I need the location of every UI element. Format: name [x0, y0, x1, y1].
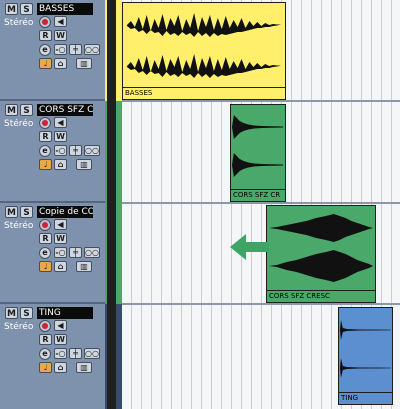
track-color-strip-2	[105, 101, 122, 203]
read-automation-button[interactable]: R	[39, 334, 52, 345]
edit-channel-button[interactable]: e	[39, 348, 51, 360]
lock-icon[interactable]: ⌂	[54, 261, 67, 272]
mute-button[interactable]: M	[5, 104, 18, 116]
lane-icon[interactable]: ▥	[76, 261, 92, 272]
track-color-strip-3	[105, 203, 122, 304]
insert-icon[interactable]: -○	[54, 348, 67, 359]
lane-separator	[122, 303, 400, 305]
musical-time-icon[interactable]: ♩	[39, 261, 52, 272]
lock-icon[interactable]: ⌂	[54, 159, 67, 170]
lane-icon[interactable]: ▥	[76, 362, 92, 373]
track-name-field[interactable]: TING	[37, 307, 93, 319]
record-icon[interactable]	[39, 117, 51, 129]
event-label: TING	[339, 392, 392, 404]
channel-config-label: Stéréo	[4, 221, 34, 231]
track-header-2[interactable]: M S CORS SFZ CRI Stéréo ◀ R W e -○ ╪ ○○ …	[0, 101, 105, 203]
waveform	[339, 320, 392, 378]
solo-button[interactable]: S	[20, 206, 33, 218]
audio-event-basses[interactable]: BASSES	[122, 2, 286, 100]
write-automation-button[interactable]: W	[54, 334, 67, 345]
lock-icon[interactable]: ⌂	[54, 362, 67, 373]
event-label: BASSES	[123, 87, 285, 99]
musical-time-icon[interactable]: ♩	[39, 58, 52, 69]
insert-icon[interactable]: -○	[54, 145, 67, 156]
musical-time-icon[interactable]: ♩	[39, 362, 52, 373]
channel-config-label: Stéréo	[4, 322, 34, 332]
audio-event-cors-sfz-cresc[interactable]: CORS SFZ CRESC	[266, 205, 376, 303]
waveform	[268, 214, 374, 282]
speaker-icon[interactable]: ◀	[54, 219, 67, 230]
lane-separator	[122, 202, 400, 204]
track-name-field[interactable]: Copie de CORS	[37, 206, 93, 218]
mute-button[interactable]: M	[5, 307, 18, 319]
track-name-field[interactable]: CORS SFZ CRI	[37, 104, 93, 116]
send-icon[interactable]: ○○	[84, 44, 100, 55]
edit-channel-button[interactable]: e	[39, 44, 51, 56]
arrow-left-icon	[230, 234, 269, 260]
event-display[interactable]: BASSES CORS SFZ CR CORS SFZ CRESC TING	[122, 0, 400, 409]
solo-button[interactable]: S	[20, 3, 33, 15]
eq-icon[interactable]: ╪	[69, 348, 82, 359]
speaker-icon[interactable]: ◀	[54, 16, 67, 27]
track-header-1[interactable]: M S BASSES Stéréo ◀ R W e -○ ╪ ○○ ♩ ⌂ ▥	[0, 0, 105, 101]
send-icon[interactable]: ○○	[84, 145, 100, 156]
solo-button[interactable]: S	[20, 104, 33, 116]
speaker-icon[interactable]: ◀	[54, 117, 67, 128]
cubase-project-window: M S BASSES Stéréo ◀ R W e -○ ╪ ○○ ♩ ⌂ ▥ …	[0, 0, 400, 409]
edit-channel-button[interactable]: e	[39, 145, 51, 157]
insert-icon[interactable]: -○	[54, 44, 67, 55]
audio-event-ting[interactable]: TING	[338, 307, 393, 405]
eq-icon[interactable]: ╪	[69, 145, 82, 156]
record-icon[interactable]	[39, 219, 51, 231]
track-color-strip-1	[105, 0, 122, 101]
track-color-strip-4	[105, 304, 122, 409]
mute-button[interactable]: M	[5, 206, 18, 218]
write-automation-button[interactable]: W	[54, 131, 67, 142]
record-icon[interactable]	[39, 16, 51, 28]
event-label: CORS SFZ CRESC	[267, 290, 375, 302]
solo-button[interactable]: S	[20, 307, 33, 319]
send-icon[interactable]: ○○	[84, 247, 100, 258]
insert-icon[interactable]: -○	[54, 247, 67, 258]
write-automation-button[interactable]: W	[54, 30, 67, 41]
read-automation-button[interactable]: R	[39, 233, 52, 244]
event-label: CORS SFZ CR	[231, 189, 285, 201]
audio-event-cors-sfz-cr[interactable]: CORS SFZ CR	[230, 104, 286, 202]
musical-time-icon[interactable]: ♩	[39, 159, 52, 170]
speaker-icon[interactable]: ◀	[54, 320, 67, 331]
read-automation-button[interactable]: R	[39, 30, 52, 41]
write-automation-button[interactable]: W	[54, 233, 67, 244]
record-icon[interactable]	[39, 320, 51, 332]
waveform	[126, 13, 282, 78]
track-name-field[interactable]: BASSES	[37, 3, 93, 15]
track-header-4[interactable]: M S TING Stéréo ◀ R W e -○ ╪ ○○ ♩ ⌂ ▥	[0, 304, 105, 409]
read-automation-button[interactable]: R	[39, 131, 52, 142]
eq-icon[interactable]: ╪	[69, 44, 82, 55]
waveform	[231, 115, 284, 177]
lane-icon[interactable]: ▥	[76, 58, 92, 69]
channel-config-label: Stéréo	[4, 119, 34, 129]
send-icon[interactable]: ○○	[84, 348, 100, 359]
eq-icon[interactable]: ╪	[69, 247, 82, 258]
channel-config-label: Stéréo	[4, 18, 34, 28]
mute-button[interactable]: M	[5, 3, 18, 15]
track-header-3[interactable]: M S Copie de CORS Stéréo ◀ R W e -○ ╪ ○○…	[0, 203, 105, 304]
lane-icon[interactable]: ▥	[76, 159, 92, 170]
edit-channel-button[interactable]: e	[39, 247, 51, 259]
lock-icon[interactable]: ⌂	[54, 58, 67, 69]
lane-separator	[122, 100, 400, 102]
